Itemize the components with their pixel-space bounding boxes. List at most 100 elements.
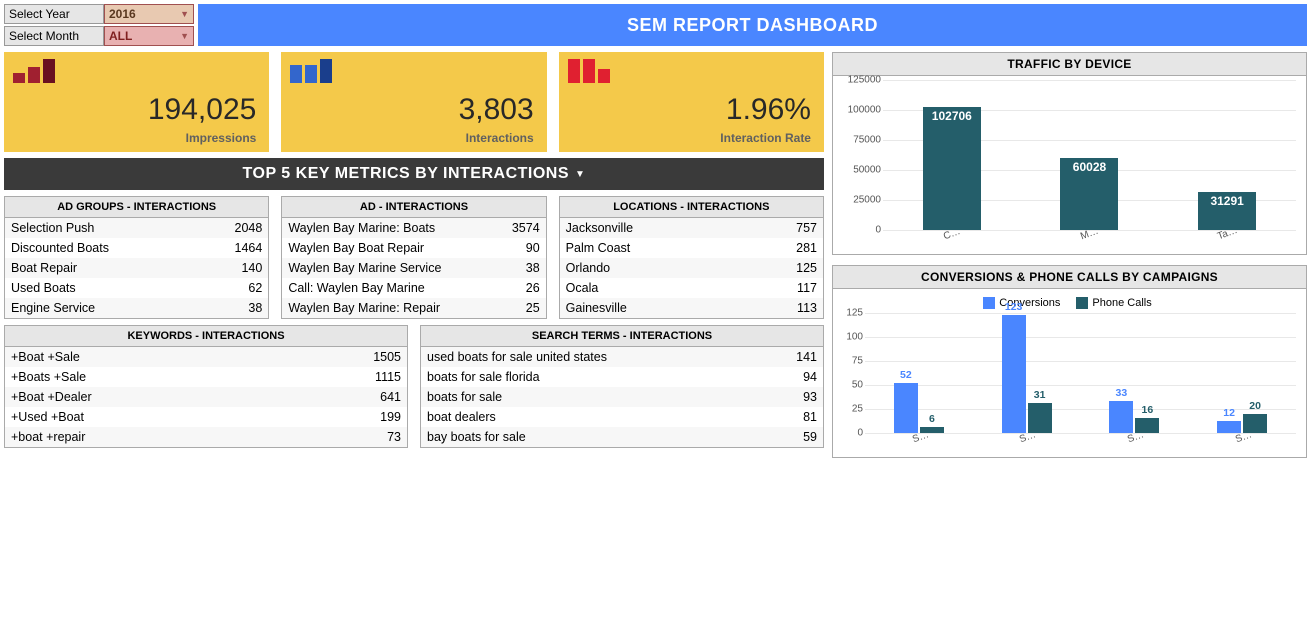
row-value: 199 xyxy=(380,410,401,424)
row-label: used boats for sale united states xyxy=(427,350,607,364)
row-label: +Boat +Dealer xyxy=(11,390,92,404)
metrics-table: KEYWORDS - INTERACTIONS +Boat +Sale 1505 +B… xyxy=(4,325,408,448)
kpi-sparkline xyxy=(568,59,610,83)
row-label: Engine Service xyxy=(11,301,95,315)
row-label: Waylen Bay Marine Service xyxy=(288,261,441,275)
table-row: Discounted Boats1464 xyxy=(5,238,268,258)
table-row: Waylen Bay Marine: Repair25 xyxy=(282,298,545,318)
chevron-down-icon: ▼ xyxy=(575,169,585,180)
section-header[interactable]: TOP 5 KEY METRICS BY INTERACTIONS ▼ xyxy=(4,158,824,190)
row-label: Gainesville xyxy=(566,301,627,315)
table-row: Ocala 117 xyxy=(560,278,823,298)
kpi-value: 194,025 xyxy=(148,93,256,127)
legend-swatch xyxy=(1076,297,1088,309)
bar-value-label: 60028 xyxy=(1060,160,1118,174)
traffic-by-device-chart: TRAFFIC BY DEVICE 0250005000075000100000… xyxy=(832,52,1307,255)
kpi-value: 3,803 xyxy=(459,93,534,127)
chart-title: TRAFFIC BY DEVICE xyxy=(833,53,1306,76)
table-row: Waylen Bay Marine Service 38 xyxy=(282,258,545,278)
tables-bottom-row: KEYWORDS - INTERACTIONS +Boat +Sale 1505 +B… xyxy=(4,325,824,448)
bar-value-label: 123 xyxy=(998,301,1030,313)
row-label: Call: Waylen Bay Marine xyxy=(288,281,424,295)
table-row: Selection Push 2048 xyxy=(5,218,268,238)
kpi-card: 194,025Impressions xyxy=(4,52,269,152)
row-label: Selection Push xyxy=(11,221,94,235)
bar: 102706 xyxy=(923,107,981,230)
bar-value-label: 31291 xyxy=(1198,194,1256,208)
table-row: boats for sale93 xyxy=(421,387,823,407)
year-label: Select Year xyxy=(4,4,104,24)
tables-top-row: AD GROUPS - INTERACTIONS Selection Push 20… xyxy=(4,196,824,319)
section-header-text: TOP 5 KEY METRICS BY INTERACTIONS xyxy=(243,165,569,183)
table-row: Palm Coast 281 xyxy=(560,238,823,258)
month-value: ALL xyxy=(109,29,132,43)
row-value: 62 xyxy=(248,281,262,295)
bar: 33 xyxy=(1109,401,1133,433)
row-value: 113 xyxy=(797,301,817,315)
table-row: +boat +repair 73 xyxy=(5,427,407,447)
row-value: 281 xyxy=(796,241,817,255)
row-label: Orlando xyxy=(566,261,610,275)
row-value: 757 xyxy=(796,221,817,235)
page-title: SEM REPORT DASHBOARD xyxy=(198,4,1307,46)
table-row: boat dealers81 xyxy=(421,407,823,427)
row-label: boats for sale florida xyxy=(427,370,540,384)
bar-value-label: 16 xyxy=(1131,404,1163,416)
table-row: used boats for sale united states141 xyxy=(421,347,823,367)
table-header: KEYWORDS - INTERACTIONS xyxy=(5,326,407,347)
table-row: Waylen Bay Marine: Boats3574 xyxy=(282,218,545,238)
row-value: 1505 xyxy=(373,350,401,364)
kpi-label: Interactions xyxy=(466,131,534,145)
bar: 52 xyxy=(894,383,918,433)
row-label: Boat Repair xyxy=(11,261,77,275)
table-row: Call: Waylen Bay Marine 26 xyxy=(282,278,545,298)
row-value: 59 xyxy=(803,430,817,444)
bar: 60028 xyxy=(1060,158,1118,230)
bar: 123 xyxy=(1002,315,1026,433)
row-label: bay boats for sale xyxy=(427,430,526,444)
row-value: 117 xyxy=(797,281,817,295)
table-header: SEARCH TERMS - INTERACTIONS xyxy=(421,326,823,347)
plot-area: 102706 60028 31291 xyxy=(883,80,1296,230)
table-row: +Boats +Sale1115 xyxy=(5,367,407,387)
row-value: 26 xyxy=(526,281,540,295)
bar-value-label: 52 xyxy=(890,369,922,381)
metrics-table: LOCATIONS - INTERACTIONSJacksonville757P… xyxy=(559,196,824,319)
kpi-card: 3,803 Interactions xyxy=(281,52,546,152)
row-label: +Boats +Sale xyxy=(11,370,86,384)
row-value: 641 xyxy=(380,390,401,404)
table-header: AD GROUPS - INTERACTIONS xyxy=(5,197,268,218)
chart-legend: ConversionsPhone Calls xyxy=(835,293,1300,313)
metrics-table: AD - INTERACTIONSWaylen Bay Marine: Boat… xyxy=(281,196,546,319)
month-label: Select Month xyxy=(4,26,104,46)
row-label: Used Boats xyxy=(11,281,76,295)
month-select[interactable]: ALL ▼ xyxy=(104,26,194,46)
table-row: Boat Repair140 xyxy=(5,258,268,278)
row-label: boat dealers xyxy=(427,410,496,424)
bar: 12 xyxy=(1217,421,1241,433)
row-label: Waylen Bay Marine: Repair xyxy=(288,301,440,315)
table-row: Waylen Bay Boat Repair 90 xyxy=(282,238,545,258)
row-label: Waylen Bay Marine: Boats xyxy=(288,221,435,235)
row-label: +boat +repair xyxy=(11,430,85,444)
row-value: 73 xyxy=(387,430,401,444)
legend-swatch xyxy=(983,297,995,309)
row-label: Waylen Bay Boat Repair xyxy=(288,241,424,255)
kpi-sparkline xyxy=(13,59,55,83)
row-value: 2048 xyxy=(235,221,263,235)
table-row: Jacksonville757 xyxy=(560,218,823,238)
row-value: 38 xyxy=(248,301,262,315)
row-value: 125 xyxy=(796,261,817,275)
row-label: Ocala xyxy=(566,281,599,295)
bar: 31291 xyxy=(1198,192,1256,230)
year-select[interactable]: 2016 ▼ xyxy=(104,4,194,24)
kpi-value: 1.96% xyxy=(726,93,811,127)
row-value: 94 xyxy=(803,370,817,384)
row-label: Palm Coast xyxy=(566,241,631,255)
row-label: +Boat +Sale xyxy=(11,350,80,364)
legend-label: Phone Calls xyxy=(1092,297,1151,309)
year-value: 2016 xyxy=(109,7,136,21)
table-row: Orlando 125 xyxy=(560,258,823,278)
row-value: 38 xyxy=(526,261,540,275)
row-value: 90 xyxy=(526,241,540,255)
